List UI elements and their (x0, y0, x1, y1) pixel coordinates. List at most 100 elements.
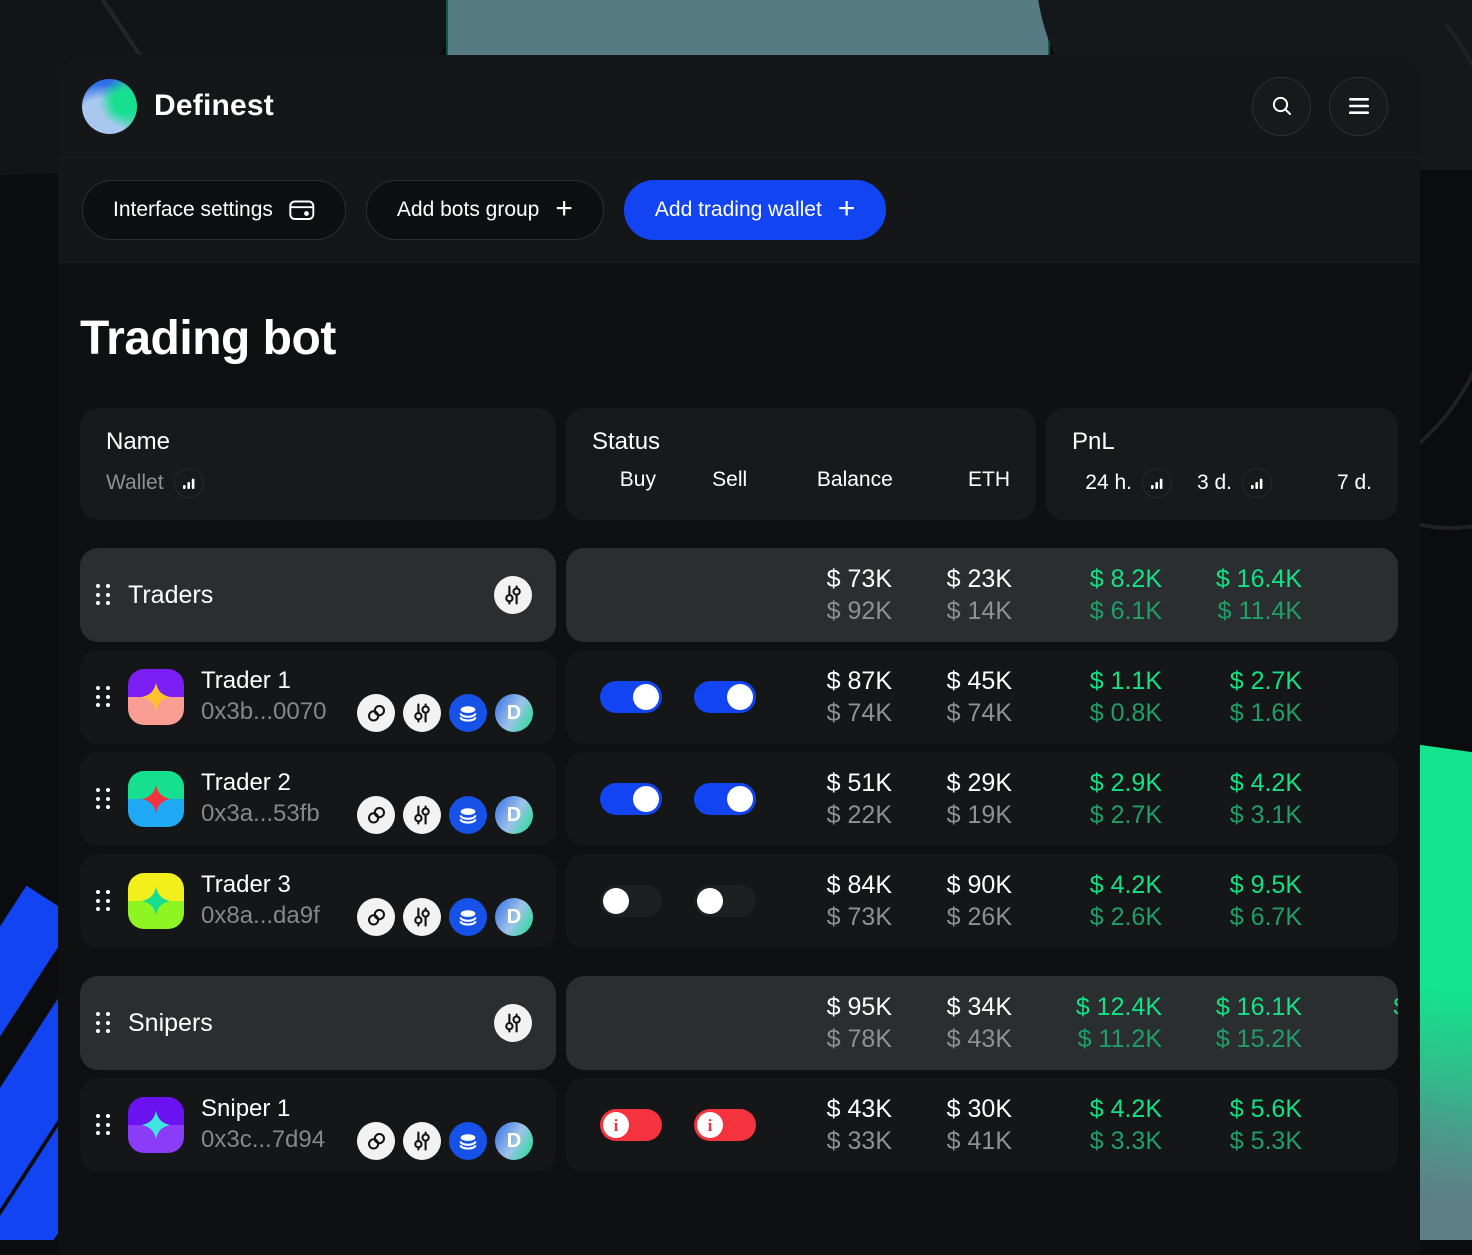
coins-icon[interactable] (449, 1122, 487, 1160)
bot-pnl-3d-primary: $ 5.6K (1230, 1093, 1302, 1126)
group-header-row[interactable]: Traders $ 73K $ 92K $ 23K $ 14K $ 8.2K $… (80, 548, 1398, 642)
group-pnl-3d-primary: $ 16.1K (1216, 991, 1302, 1024)
avatar (128, 1097, 184, 1153)
sliders-glyph (412, 805, 432, 825)
bot-data-cell: $ 87K $ 74K $ 45K $ 74K $ 1.1K $ 0.8K $ … (566, 650, 1398, 744)
link-icon[interactable] (357, 898, 395, 936)
bot-balance-primary: $ 87K (827, 665, 892, 698)
bot-pnl-3d-secondary: $ 3.1K (1230, 799, 1302, 832)
drag-handle-icon[interactable] (96, 1012, 112, 1034)
definest-logo-icon (82, 79, 137, 134)
hamburger-menu-icon (1347, 97, 1371, 115)
sell-toggle[interactable] (694, 885, 756, 917)
buy-toggle[interactable] (600, 681, 662, 713)
sliders-icon[interactable] (403, 694, 441, 732)
buy-toggle-wrap (584, 681, 678, 713)
bot-address[interactable]: 0x3c...7d94 (201, 1125, 353, 1155)
bot-eth-primary: $ 45K (947, 665, 1012, 698)
bot-pnl-3d-primary: $ 9.5K (1230, 869, 1302, 902)
group-pnl-3d: $ 16.1K $ 15.2K (1162, 991, 1302, 1056)
bot-address[interactable]: 0x3a...53fb (201, 799, 353, 829)
bot-pnl-3d: $ 2.7K $ 1.6K (1162, 665, 1302, 730)
bot-eth-primary: $ 90K (947, 869, 1012, 902)
link-icon[interactable] (357, 694, 395, 732)
bot-balance-secondary: $ 73K (827, 901, 892, 934)
group-name-label: Snipers (128, 1009, 494, 1038)
drag-handle-icon[interactable] (96, 584, 112, 606)
bot-pnl-24h: $ 4.2K $ 2.6K (1022, 869, 1162, 934)
group-pnl-3d-primary: $ 16.4K (1216, 563, 1302, 596)
buy-toggle[interactable] (600, 1109, 662, 1141)
sell-toggle[interactable] (694, 783, 756, 815)
sell-toggle[interactable] (694, 1109, 756, 1141)
bot-address[interactable]: 0x3b...0070 (201, 697, 353, 727)
table-row[interactable]: Sniper 1 0x3c...7d94 D $ 43K (80, 1078, 1398, 1172)
link-glyph (366, 1131, 387, 1152)
group-pnl-24h-primary: $ 12.4K (1076, 991, 1162, 1024)
brand[interactable]: Definest (82, 79, 274, 134)
buy-toggle-wrap (584, 1109, 678, 1141)
sliders-icon[interactable] (494, 576, 532, 614)
buy-toggle[interactable] (600, 885, 662, 917)
sell-toggle[interactable] (694, 681, 756, 713)
sell-toggle-wrap (678, 1109, 772, 1141)
coins-icon[interactable] (449, 796, 487, 834)
pnl-3d-label: 3 d. (1197, 471, 1232, 495)
drag-handle-icon[interactable] (96, 890, 112, 912)
bot-name-cell[interactable]: Sniper 1 0x3c...7d94 D (80, 1078, 556, 1172)
bot-eth-secondary: $ 41K (947, 1125, 1012, 1158)
definest-icon[interactable]: D (495, 694, 533, 732)
search-button[interactable] (1252, 77, 1311, 136)
definest-icon[interactable]: D (495, 898, 533, 936)
buy-toggle-wrap (584, 783, 678, 815)
bot-eth-primary: $ 30K (947, 1093, 1012, 1126)
bar-chart-icon[interactable] (174, 468, 204, 498)
menu-button[interactable] (1329, 77, 1388, 136)
interface-settings-button[interactable]: Interface settings (82, 180, 346, 240)
link-icon[interactable] (357, 796, 395, 834)
sliders-icon[interactable] (403, 796, 441, 834)
group-balance: $ 73K $ 92K (772, 563, 892, 628)
table-row[interactable]: Trader 1 0x3b...0070 D $ 87K (80, 650, 1398, 744)
bot-eth-secondary: $ 74K (947, 697, 1012, 730)
link-icon[interactable] (357, 1122, 395, 1160)
group-header-row[interactable]: Snipers $ 95K $ 78K $ 34K $ 43K $ 12.4K … (80, 976, 1398, 1070)
group-name-cell[interactable]: Traders (80, 548, 556, 642)
column-title-name: Name (106, 428, 530, 456)
sliders-icon[interactable] (403, 898, 441, 936)
sliders-glyph (412, 1131, 432, 1151)
group-eth: $ 23K $ 14K (892, 563, 1012, 628)
sell-toggle-knob (697, 888, 723, 914)
definest-icon[interactable]: D (495, 796, 533, 834)
definest-icon[interactable]: D (495, 1122, 533, 1160)
plus-icon: + (838, 194, 856, 224)
brand-name: Definest (154, 89, 274, 123)
bot-pnl-24h-primary: $ 4.2K (1090, 1093, 1162, 1126)
bot-name-cell[interactable]: Trader 2 0x3a...53fb D (80, 752, 556, 846)
drag-handle-icon[interactable] (96, 686, 112, 708)
bot-name-cell[interactable]: Trader 1 0x3b...0070 D (80, 650, 556, 744)
bot-name-cell[interactable]: Trader 3 0x8a...da9f D (80, 854, 556, 948)
sliders-icon[interactable] (494, 1004, 532, 1042)
bar-chart-icon[interactable] (1242, 468, 1272, 498)
group-eth-primary: $ 23K (947, 563, 1012, 596)
bar-chart-glyph (1150, 477, 1164, 490)
bar-chart-icon[interactable] (1142, 468, 1172, 498)
group-pnl-24h: $ 8.2K $ 6.1K (1022, 563, 1162, 628)
coins-icon[interactable] (449, 898, 487, 936)
drag-handle-icon[interactable] (96, 788, 112, 810)
add-trading-wallet-button[interactable]: Add trading wallet + (624, 180, 886, 240)
coins-icon[interactable] (449, 694, 487, 732)
table-row[interactable]: Trader 3 0x8a...da9f D $ 84K (80, 854, 1398, 948)
group-name-cell[interactable]: Snipers (80, 976, 556, 1070)
table-row[interactable]: Trader 2 0x3a...53fb D $ 51K (80, 752, 1398, 846)
bot-pnl-3d-secondary: $ 6.7K (1230, 901, 1302, 934)
group-eth-secondary: $ 14K (947, 595, 1012, 628)
buy-toggle[interactable] (600, 783, 662, 815)
bot-address[interactable]: 0x8a...da9f (201, 901, 353, 931)
bot-pnl-24h-secondary: $ 0.8K (1090, 697, 1162, 730)
drag-handle-icon[interactable] (96, 1114, 112, 1136)
add-bots-group-button[interactable]: Add bots group + (366, 180, 604, 240)
bot-balance-secondary: $ 74K (827, 697, 892, 730)
sliders-icon[interactable] (403, 1122, 441, 1160)
